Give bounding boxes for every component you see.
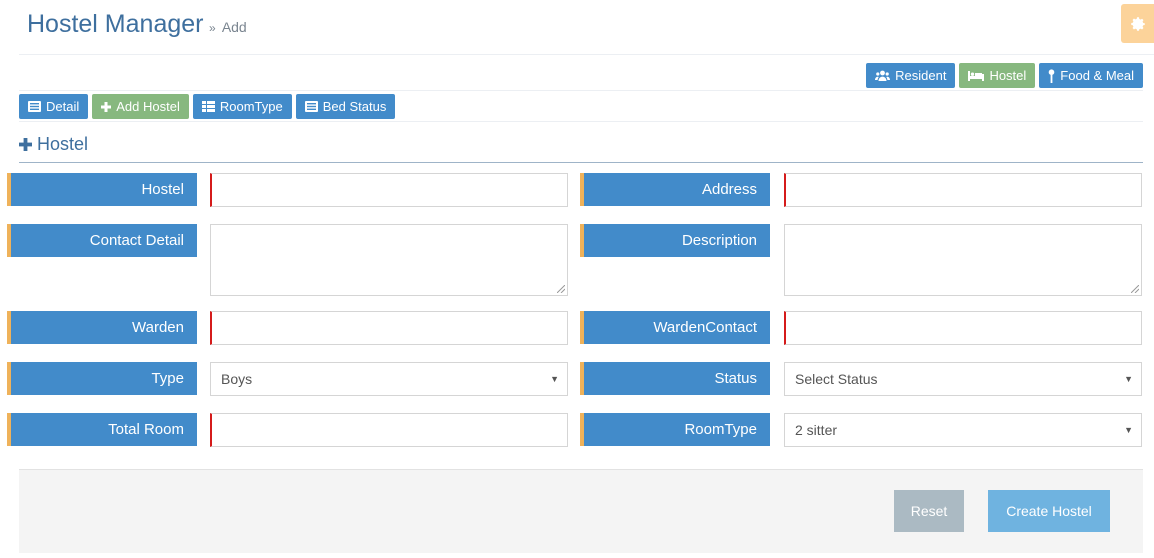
gear-icon — [1130, 16, 1145, 31]
breadcrumb-current: Add — [221, 19, 247, 35]
form-actions — [19, 469, 1143, 553]
type-select-value: Boys — [221, 371, 253, 387]
section-title-label: Hostel — [37, 134, 89, 154]
detail-button[interactable]: Detail — [19, 94, 89, 119]
module-nav: Resident Hostel Food & Meal — [866, 63, 1143, 88]
breadcrumb-separator: » — [209, 21, 216, 35]
room-type-label: RoomType — [580, 413, 770, 446]
contact-detail-label: Contact Detail — [7, 224, 197, 257]
caret-down-icon: ▼ — [1124, 374, 1133, 384]
address-input[interactable] — [784, 173, 1142, 207]
hostel-button-label: Hostel — [989, 68, 1027, 83]
type-select[interactable]: Boys ▼ — [210, 362, 568, 396]
room-type-select[interactable]: 2 sitter ▼ — [784, 413, 1142, 447]
list-icon — [304, 101, 318, 112]
section-title: Hostel — [19, 134, 88, 155]
caret-down-icon: ▼ — [1124, 425, 1133, 435]
status-select[interactable]: Select Status ▼ — [784, 362, 1142, 396]
type-label: Type — [7, 362, 197, 395]
reset-button[interactable]: Reset — [894, 490, 964, 532]
bed-status-button-label: Bed Status — [322, 99, 387, 114]
hostel-input[interactable] — [210, 173, 568, 207]
room-type-button-label: RoomType — [219, 99, 283, 114]
resize-handle-icon[interactable] — [1131, 285, 1139, 293]
bed-icon — [968, 71, 985, 81]
breadcrumb: » Add — [209, 19, 247, 35]
contact-detail-textarea[interactable] — [210, 224, 568, 296]
status-label: Status — [580, 362, 770, 395]
total-room-label: Total Room — [7, 413, 197, 446]
room-type-button[interactable]: RoomType — [192, 94, 292, 119]
resize-handle-icon[interactable] — [557, 285, 565, 293]
list-icon — [28, 101, 41, 112]
page-title: Hostel Manager — [27, 10, 204, 38]
plus-icon — [19, 138, 32, 151]
hostel-button[interactable]: Hostel — [959, 63, 1036, 88]
section-divider — [19, 162, 1143, 163]
warden-label: Warden — [7, 311, 197, 344]
description-label: Description — [580, 224, 770, 257]
create-hostel-button[interactable]: Create Hostel — [988, 490, 1110, 532]
food-meal-button[interactable]: Food & Meal — [1039, 63, 1143, 88]
total-room-input[interactable] — [210, 413, 568, 447]
table-icon — [201, 101, 215, 112]
address-label: Address — [580, 173, 770, 206]
plus-icon — [101, 101, 112, 112]
add-hostel-button-label: Add Hostel — [116, 99, 180, 114]
bed-status-button[interactable]: Bed Status — [295, 94, 396, 119]
warden-input[interactable] — [210, 311, 568, 345]
users-icon — [875, 70, 891, 81]
caret-down-icon: ▼ — [550, 374, 559, 384]
resident-button-label: Resident — [895, 68, 947, 83]
divider — [19, 90, 1143, 91]
hostel-label: Hostel — [7, 173, 197, 206]
hostel-subnav: Detail Add Hostel RoomType Bed Status — [19, 94, 396, 119]
room-type-select-value: 2 sitter — [795, 422, 838, 438]
warden-contact-label: WardenContact — [580, 311, 770, 344]
key-icon — [1048, 68, 1055, 83]
settings-button[interactable] — [1121, 4, 1154, 43]
warden-contact-input[interactable] — [784, 311, 1142, 345]
add-hostel-button[interactable]: Add Hostel — [92, 94, 189, 119]
resident-button[interactable]: Resident — [866, 63, 956, 88]
detail-button-label: Detail — [46, 99, 80, 114]
food-meal-button-label: Food & Meal — [1060, 68, 1134, 83]
divider — [19, 121, 1143, 122]
status-select-value: Select Status — [795, 371, 878, 387]
page-header: Hostel Manager » Add — [19, 0, 1154, 55]
description-textarea[interactable] — [784, 224, 1142, 296]
